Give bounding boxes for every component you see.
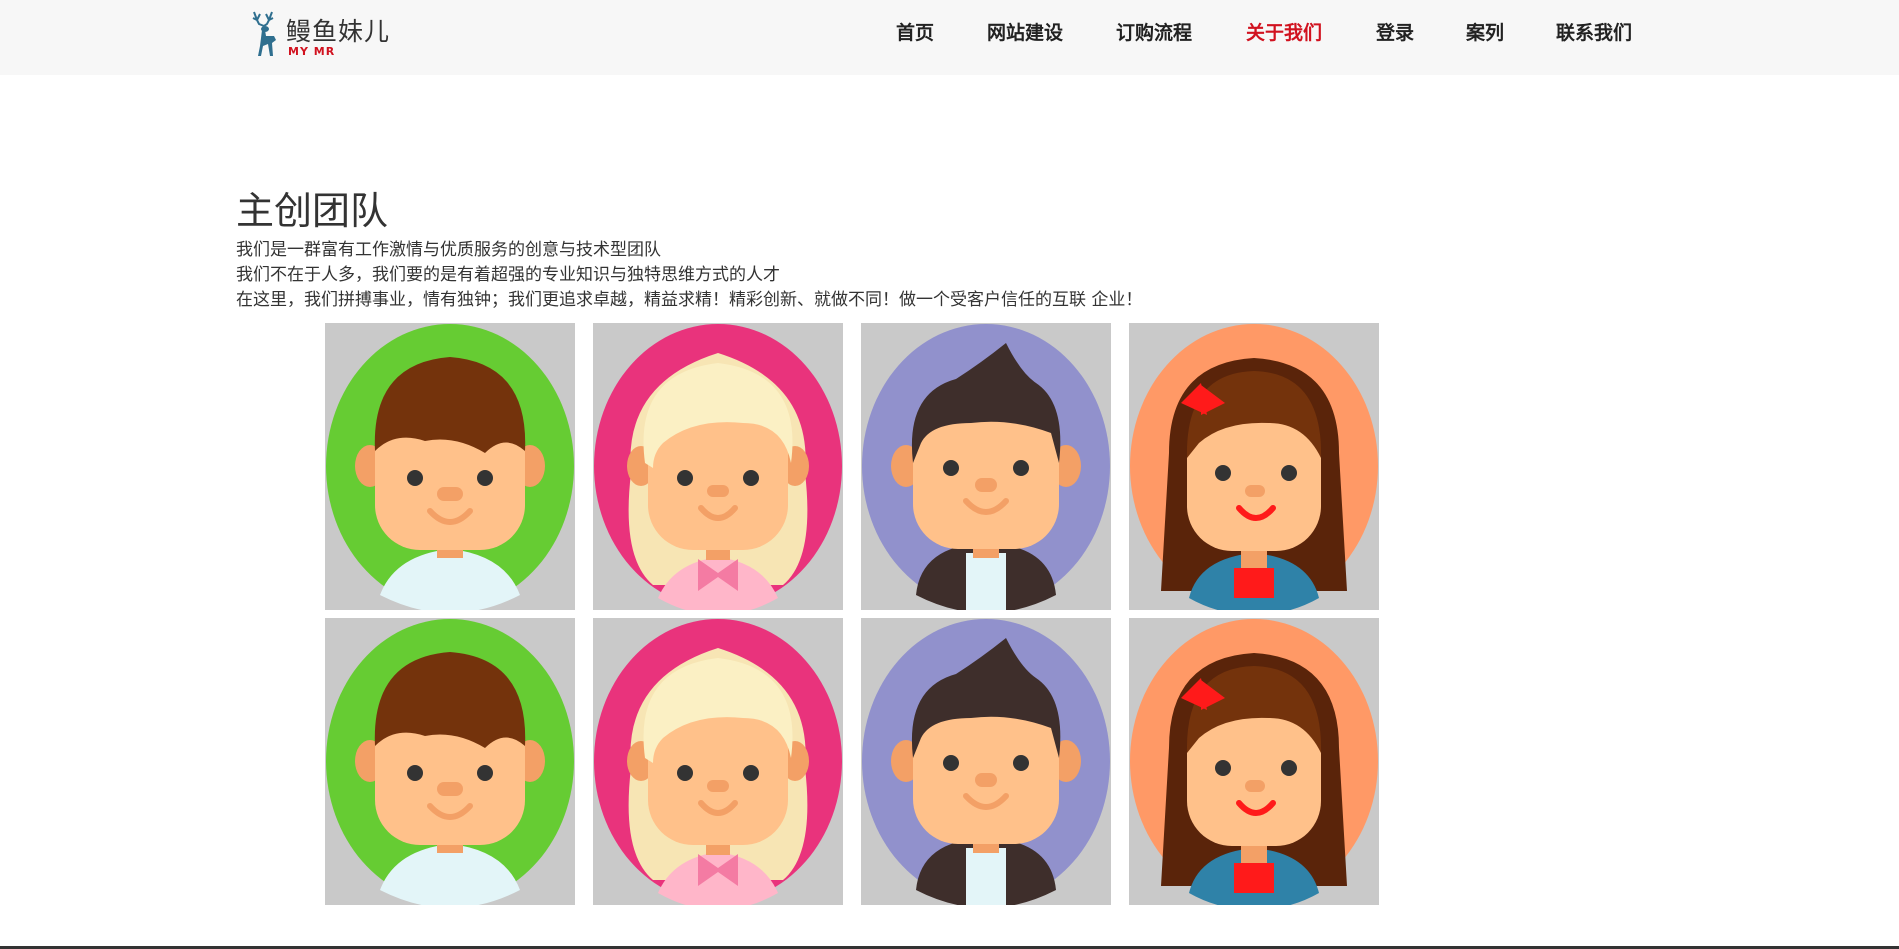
nav-about-us[interactable]: 关于我们 <box>1246 18 1322 45</box>
nav-home[interactable]: 首页 <box>896 18 934 45</box>
nav-order-process[interactable]: 订购流程 <box>1116 18 1192 45</box>
team-member-card[interactable] <box>861 323 1111 610</box>
nav-cases[interactable]: 案列 <box>1466 18 1504 45</box>
team-member-card[interactable] <box>325 323 575 610</box>
girl-avatar-icon <box>1130 324 1378 610</box>
man-avatar-icon <box>862 619 1110 905</box>
man-avatar-icon <box>862 324 1110 610</box>
boy-avatar-icon <box>326 324 574 610</box>
top-navbar: 鳗鱼妹儿 MY MR 首页 网站建设 订购流程 关于我们 登录 案列 联系我们 <box>0 0 1899 75</box>
team-member-card[interactable] <box>1129 618 1379 905</box>
girl-avatar-icon <box>1130 619 1378 905</box>
blonde-girl-avatar-icon <box>594 619 842 905</box>
nav-login[interactable]: 登录 <box>1376 18 1414 45</box>
section-desc-line-3: 在这里，我们拼搏事业，情有独钟；我们更追求卓越，精益求精！精彩创新、就做不同！做… <box>236 290 1143 310</box>
main-nav: 首页 网站建设 订购流程 关于我们 登录 案列 联系我们 <box>0 0 1899 62</box>
team-member-card[interactable] <box>1129 323 1379 610</box>
team-member-card[interactable] <box>861 618 1111 905</box>
section-desc-line-1: 我们是一群富有工作激情与优质服务的创意与技术型团队 <box>236 240 661 260</box>
team-member-card[interactable] <box>325 618 575 905</box>
nav-contact-us[interactable]: 联系我们 <box>1556 18 1632 45</box>
nav-website-building[interactable]: 网站建设 <box>987 18 1063 45</box>
boy-avatar-icon <box>326 619 574 905</box>
section-title: 主创团队 <box>236 189 389 233</box>
team-member-card[interactable] <box>593 618 843 905</box>
section-desc-line-2: 我们不在于人多，我们要的是有着超强的专业知识与独特思维方式的人才 <box>236 265 780 285</box>
blonde-girl-avatar-icon <box>594 324 842 610</box>
team-member-card[interactable] <box>593 323 843 610</box>
